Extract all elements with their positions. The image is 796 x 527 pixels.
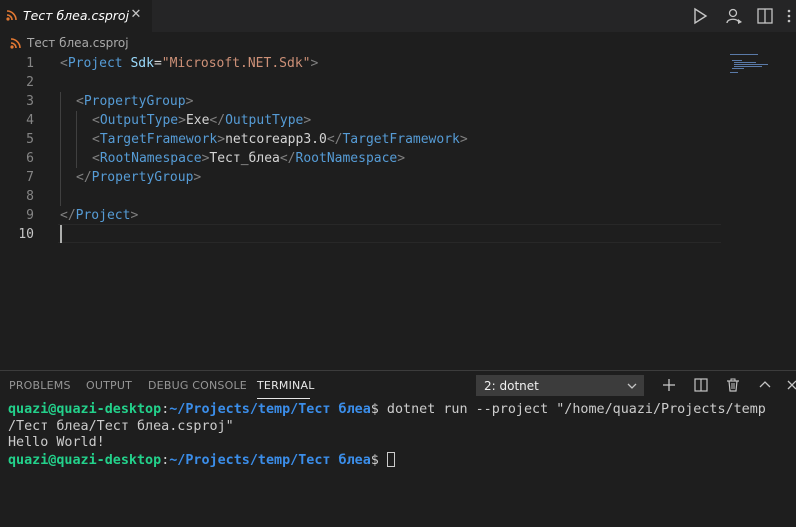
code-token: "Microsoft.NET.Sdk" [161,56,311,71]
tab-problems[interactable]: PROBLEMS [9,379,71,392]
code-line-5: <TargetFramework>netcoreapp3.0</TargetFr… [92,130,468,149]
code-token: </ [76,170,92,185]
command-text-cont: /Тест блеа/Тест блеа.csproj" [8,418,234,434]
code-token: Project [75,208,131,223]
code-token: > [217,132,226,147]
terminal-cursor [386,451,395,467]
code-token: > [130,208,139,223]
code-line-7: </PropertyGroup> [76,168,201,187]
terminal-line-4: quazi@quazi-desktop:~/Projects/temp/Тест… [8,451,788,470]
terminal-line-1: quazi@quazi-desktop:~/Projects/temp/Тест… [8,402,788,419]
terminal-line-3: Hello World! [8,435,788,452]
chevron-down-icon [627,383,637,389]
code-token: > [397,151,406,166]
code-token: > [178,113,186,128]
active-tab-indicator [257,398,310,399]
tab-title: Тест блеа.csproj [23,8,130,23]
code-token: > [459,132,468,147]
debug-user-icon[interactable] [724,6,744,26]
code-token: Exe [185,113,210,128]
tab-output[interactable]: OUTPUT [86,379,132,392]
program-output: Hello World! [8,435,105,450]
code-token: > [303,113,312,128]
code-token: </ [279,151,296,166]
code-token: TargetFramework [342,132,460,147]
line-number: 7 [26,170,34,185]
code-line-6: <RootNamespace>Тест_блеа</RootNamespace> [92,149,405,168]
close-icon[interactable]: ✕ [128,7,144,23]
code-token: < [92,132,100,147]
prompt-dollar: $ [370,452,387,468]
prompt-path: ~/Projects/temp/Тест блеа [169,402,371,417]
close-panel-icon[interactable] [786,377,796,393]
rss-file-icon [10,38,21,49]
tab-debug-console[interactable]: DEBUG CONSOLE [148,379,247,392]
code-token: > [310,56,319,71]
kill-terminal-icon[interactable] [725,377,741,393]
code-token: < [92,151,100,166]
breadcrumb: Тест блеа.csproj [0,32,796,54]
rss-file-icon [6,10,17,21]
terminal-select[interactable]: 2: dotnet [476,375,644,396]
code-line-4: <OutputType>Exe</OutputType> [92,111,311,130]
code-token: > [185,94,194,109]
code-editor[interactable]: 1 2 3 4 5 6 7 8 9 10 <Project Sdk="Micro… [0,54,796,370]
prompt-path: ~/Projects/temp/Тест блеа [169,452,371,468]
line-number: 8 [26,189,34,204]
prompt-user: quazi@quazi-desktop [8,452,162,468]
bottom-panel: PROBLEMS OUTPUT DEBUG CONSOLE TERMINAL 2… [0,370,796,527]
line-number: 1 [26,56,34,71]
line-number: 4 [26,113,34,128]
breadcrumb-file[interactable]: Тест блеа.csproj [27,36,129,50]
terminal-select-value: 2: dotnet [484,379,539,393]
code-token: Тест_блеа [209,151,280,166]
minimap[interactable] [730,54,786,94]
code-token: = [153,56,162,71]
line-number: 9 [26,208,34,223]
prompt-dollar: $ [370,402,387,417]
code-token: Sdk [130,56,154,71]
line-number: 3 [26,94,34,109]
code-token: < [76,94,84,109]
code-token: </ [209,113,226,128]
code-token: OutputType [99,113,179,128]
line-number: 10 [18,227,34,242]
current-line-highlight [58,224,721,243]
add-terminal-icon[interactable] [661,377,677,393]
run-icon[interactable] [690,6,710,26]
code-token: OutputType [225,113,304,128]
code-token: TargetFramework [99,132,218,147]
line-number: 5 [26,132,34,147]
code-token: > [193,170,202,185]
indent-guide [60,92,61,206]
terminal-output[interactable]: quazi@quazi-desktop:~/Projects/temp/Тест… [8,402,788,469]
code-line-9: </Project> [60,206,138,225]
prompt-user: quazi@quazi-desktop [8,402,162,417]
split-terminal-icon[interactable] [693,377,709,393]
editor-tab[interactable]: Тест блеа.csproj ✕ [0,0,152,32]
code-line-3: <PropertyGroup> [76,92,193,111]
indent-guide [76,111,77,168]
tab-terminal[interactable]: TERMINAL [257,379,315,392]
code-token: RootNamespace [295,151,398,166]
code-token: </ [60,208,76,223]
code-token: Project [67,56,123,71]
maximize-panel-icon[interactable] [757,377,773,393]
code-token: RootNamespace [99,151,202,166]
text-cursor [60,225,62,243]
code-token: < [92,113,100,128]
code-token: PropertyGroup [91,170,194,185]
terminal-line-2: /Тест блеа/Тест блеа.csproj" [8,419,788,436]
code-token: netcoreapp3.0 [225,132,327,147]
more-actions-icon[interactable] [782,6,796,26]
line-number: 6 [26,151,34,166]
code-token: PropertyGroup [83,94,186,109]
code-token: </ [326,132,343,147]
split-editor-icon[interactable] [755,6,775,26]
editor-tab-bar: Тест блеа.csproj ✕ [0,0,796,32]
line-number: 2 [26,75,34,90]
code-line-1: <Project Sdk="Microsoft.NET.Sdk"> [60,54,318,73]
code-token: < [60,56,68,71]
command-text: dotnet run --project "/home/quazi/Projec… [386,402,766,417]
